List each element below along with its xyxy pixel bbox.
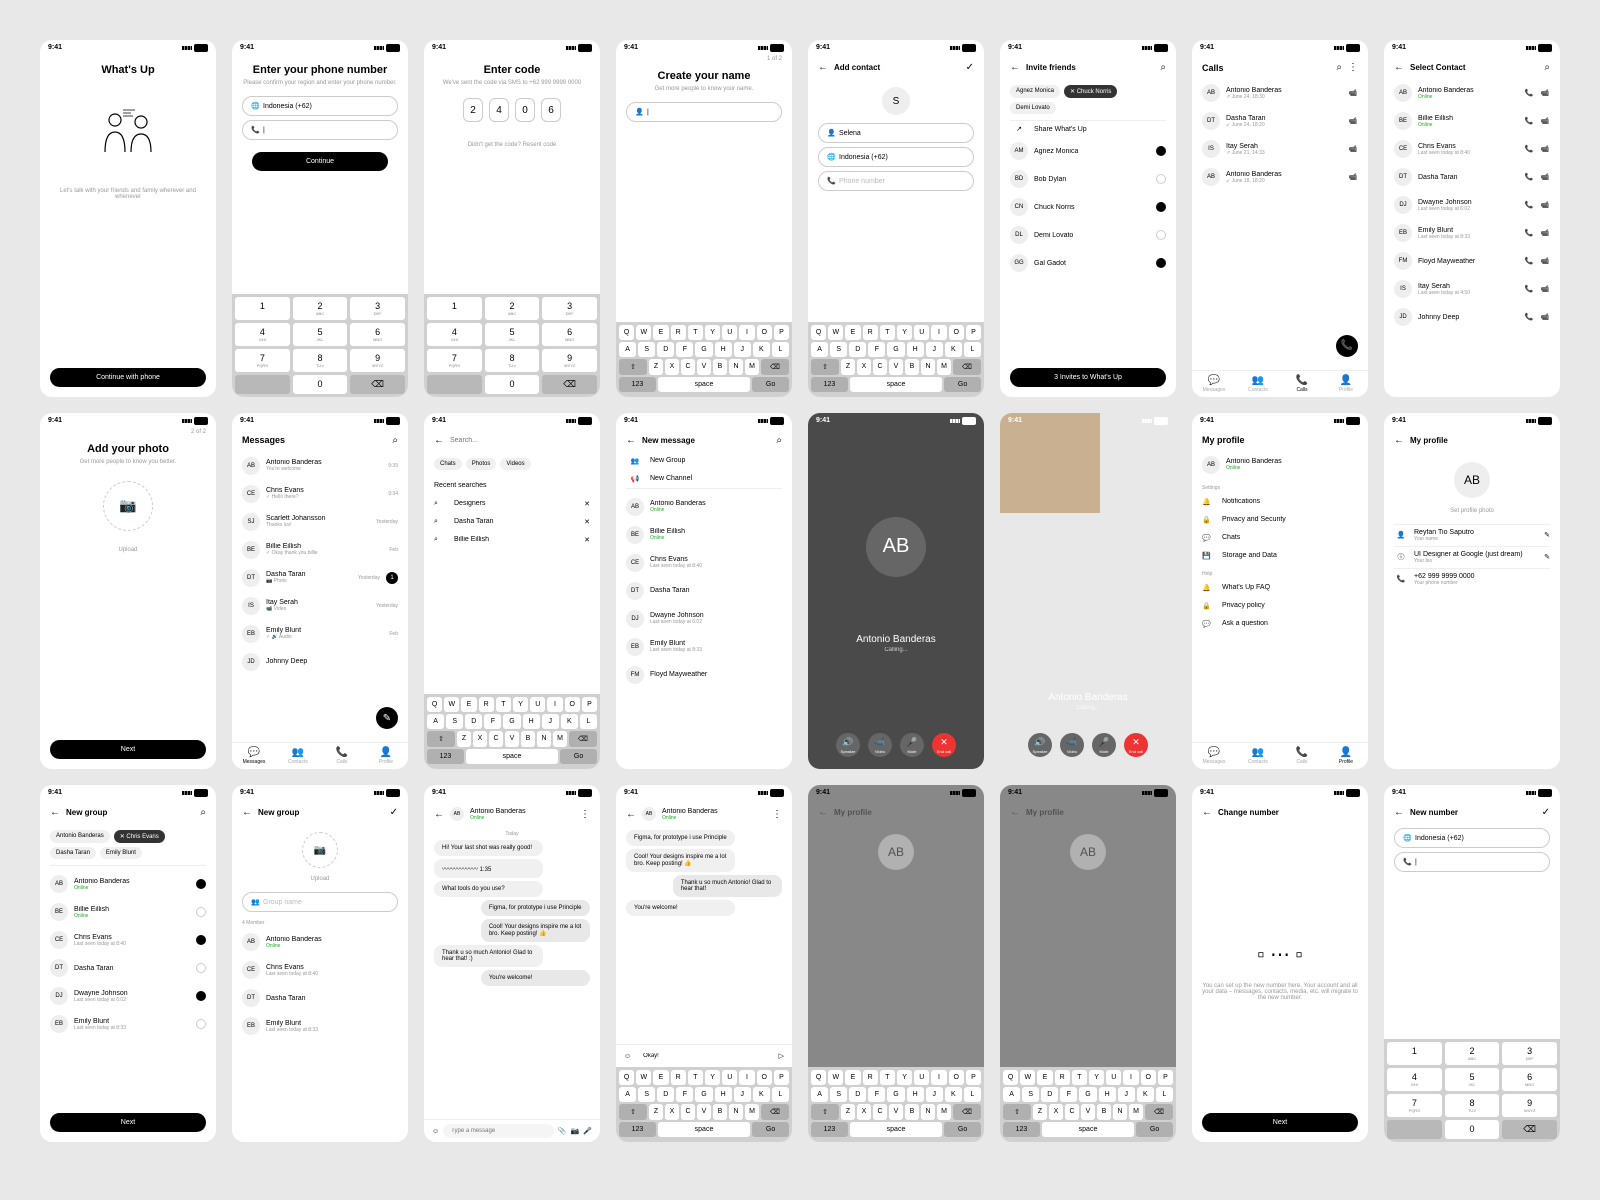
back-button[interactable] [50, 807, 60, 818]
name-input[interactable]: 👤| [626, 102, 782, 122]
resend-link[interactable]: Didn't get the code? Resent code [434, 142, 590, 148]
qwerty-keyboard[interactable]: QWERTYUIOPASDFGHJKL⇧ZXCVBNM⌫123spaceGo [808, 322, 984, 397]
back-button[interactable] [626, 435, 636, 446]
qwerty-keyboard[interactable]: QWERTYUIOPASDFGHJKL⇧ZXCVBNM⌫123spaceGo [1000, 1067, 1176, 1142]
screen-chat-1: 9:41 ABAntonio BanderasOnline Today Hi! … [424, 785, 600, 1142]
back-button[interactable] [818, 62, 828, 73]
back-button[interactable] [434, 809, 444, 820]
search-button[interactable] [776, 435, 782, 446]
numeric-keypad[interactable]: 12ABC3DEF4GHI5JKL6MNO7PQRS8TUV9WXYZ0⌫ [1384, 1039, 1560, 1142]
edit-name-row[interactable]: 👤Reyfan Tio SaputroYour name✎ [1394, 524, 1550, 546]
phone-input[interactable]: 📞| [242, 120, 398, 140]
screen-new-group-name: 9:41 New group 📷 Upload 👥Group name 4 Me… [232, 785, 408, 1142]
bottom-tabs[interactable]: 💬Messages👥Contacts📞Calls👤Profile [1192, 370, 1368, 397]
avatar[interactable]: AB [1454, 462, 1490, 498]
confirm-button[interactable] [390, 807, 398, 818]
screen-calls: 9:41 Calls ABAntonio Banderas↗ June 24, … [1192, 40, 1368, 397]
screen-chat-2: 9:41 ABAntonio BanderasOnline Figma, for… [616, 785, 792, 1142]
screen-add-photo: 9:41 2 of 2 Add your photo Get more peop… [40, 413, 216, 770]
avatar: AB [866, 517, 926, 577]
screen-edit-name-sheet: 9:41 My profile AB Enter your name Reyfa… [808, 785, 984, 1142]
region-select[interactable]: 🌐Indonesia (+62) [242, 96, 398, 116]
screen-enter-code: 9:41 Enter code We've sent the code via … [424, 40, 600, 397]
next-button[interactable]: Next [1202, 1113, 1358, 1132]
search-button[interactable] [1544, 62, 1550, 73]
confirm-button[interactable] [1542, 807, 1550, 818]
back-button[interactable] [1202, 807, 1212, 818]
welcome-illustration [50, 92, 206, 172]
back-button[interactable] [242, 807, 252, 818]
message-input-bar[interactable]: ☺▷ [616, 1044, 792, 1067]
avatar: S [882, 87, 910, 115]
name-input[interactable]: 👤Selena [818, 123, 974, 143]
back-button[interactable] [1394, 435, 1404, 446]
sim-illustration: ▫ ⋯ ▫ [1202, 942, 1358, 967]
message-input-bar[interactable]: ☺📎📷🎤 [424, 1119, 600, 1142]
screen-my-profile: 9:41 My profile ABAntonio BanderasOnline… [1192, 413, 1368, 770]
screen-calling-avatar: 9:41 AB Antonio Banderas Calling... 🔊Spe… [808, 413, 984, 770]
qwerty-keyboard[interactable]: QWERTYUIOPASDFGHJKL⇧ZXCVBNM⌫123spaceGo [808, 1067, 984, 1142]
numeric-keypad[interactable]: 12ABC3DEF4GHI5JKL6MNO7PQRS8TUV9WXYZ0⌫ [424, 294, 600, 397]
numeric-keypad[interactable]: 12ABC3DEF4GHI5JKL6MNO7PQRS8TUV9WXYZ0⌫ [232, 294, 408, 397]
screen-edit-bio-sheet: 9:41 My profile AB Enter your bio UI Des… [1000, 785, 1176, 1142]
screen-enter-phone: 9:41 Enter your phone number Please conf… [232, 40, 408, 397]
more-button[interactable] [1348, 62, 1358, 73]
screen-change-number: 9:41 Change number ▫ ⋯ ▫ You can set up … [1192, 785, 1368, 1142]
app-title: What's Up [50, 64, 206, 76]
profile-row[interactable]: ABAntonio BanderasOnline [1202, 451, 1358, 479]
bottom-tabs[interactable]: 💬Messages👥Contacts📞Calls👤Profile [232, 742, 408, 769]
screen-new-number: 9:41 New number 🌐Indonesia (+62) 📞| 12AB… [1384, 785, 1560, 1142]
continue-button[interactable]: Continue [252, 152, 388, 171]
screen-new-group-select: 9:41 New group Antonio Banderas✕ Chris E… [40, 785, 216, 1142]
back-button[interactable] [434, 435, 444, 446]
screen-calling-photo: 9:41 Antonio Banderas Calling... 🔊Speake… [1000, 413, 1176, 770]
search-button[interactable] [200, 807, 206, 818]
screen-add-contact: 9:41 Add contact S 👤Selena 🌐Indonesia (+… [808, 40, 984, 397]
upload-circle[interactable]: 📷 [103, 481, 153, 531]
back-button[interactable] [626, 809, 636, 820]
confirm-button[interactable] [966, 62, 974, 73]
code-input[interactable]: 2406 [434, 98, 590, 122]
edit-phone-row[interactable]: 📞+62 999 9999 0000Your phone number [1394, 568, 1550, 590]
new-channel-row[interactable]: 📢New Channel [626, 470, 782, 488]
more-button[interactable] [772, 809, 782, 820]
qwerty-keyboard[interactable]: QWERTYUIOPASDFGHJKL⇧ZXCVBNM⌫123spaceGo [616, 322, 792, 397]
search-button[interactable] [392, 435, 398, 446]
phone-input[interactable]: 📞| [1394, 852, 1550, 872]
screen-welcome: 9:41 What's Up Let's talk with your frie… [40, 40, 216, 397]
qwerty-keyboard[interactable]: QWERTYUIOPASDFGHJKL⇧ZXCVBNM⌫123spaceGo [616, 1067, 792, 1142]
search-input[interactable] [450, 437, 590, 444]
continue-phone-button[interactable]: Continue with phone [50, 368, 206, 387]
region-select[interactable]: 🌐Indonesia (+62) [818, 147, 974, 167]
bottom-tabs[interactable]: 💬Messages👥Contacts📞Calls👤Profile [1192, 742, 1368, 769]
next-button[interactable]: Next [50, 740, 206, 759]
back-button[interactable] [1394, 62, 1404, 73]
group-photo-upload[interactable]: 📷 [302, 832, 338, 868]
back-button[interactable] [1394, 807, 1404, 818]
screen-messages: 9:41 Messages ABAntonio BanderasYou're w… [232, 413, 408, 770]
group-name-input[interactable]: 👥Group name [242, 892, 398, 912]
new-group-row[interactable]: 👥New Group [626, 452, 782, 470]
screen-search: 9:41 ChatsPhotosVideos Recent searches ⌕… [424, 413, 600, 770]
search-button[interactable] [1160, 62, 1166, 73]
screen-select-contact: 9:41 Select Contact ABAntonio BanderasOn… [1384, 40, 1560, 397]
share-row[interactable]: ↗Share What's Up [1010, 120, 1166, 137]
edit-bio-row[interactable]: ⓘUI Designer at Google (just dream)Your … [1394, 546, 1550, 568]
invite-button[interactable]: 3 Invites to What's Up [1010, 368, 1166, 387]
back-button[interactable] [1010, 62, 1020, 73]
screen-create-name: 9:41 1 of 2 Create your name Get more pe… [616, 40, 792, 397]
more-button[interactable] [580, 809, 590, 820]
screen-new-message: 9:41 New message 👥New Group 📢New Channel… [616, 413, 792, 770]
qwerty-keyboard[interactable]: QWERTYUIOPASDFGHJKL⇧ZXCVBNM⌫123spaceGo [424, 694, 600, 769]
region-select[interactable]: 🌐Indonesia (+62) [1394, 828, 1550, 848]
next-button[interactable]: Next [50, 1113, 206, 1132]
screen-my-profile-edit: 9:41 My profile AB Set profile photo 👤Re… [1384, 413, 1560, 770]
search-button[interactable] [1336, 62, 1342, 73]
screen-invite-friends: 9:41 Invite friends Agnez Monica✕ Chuck … [1000, 40, 1176, 397]
phone-input[interactable]: 📞Phone number [818, 171, 974, 191]
new-call-fab[interactable]: 📞 [1336, 335, 1358, 357]
